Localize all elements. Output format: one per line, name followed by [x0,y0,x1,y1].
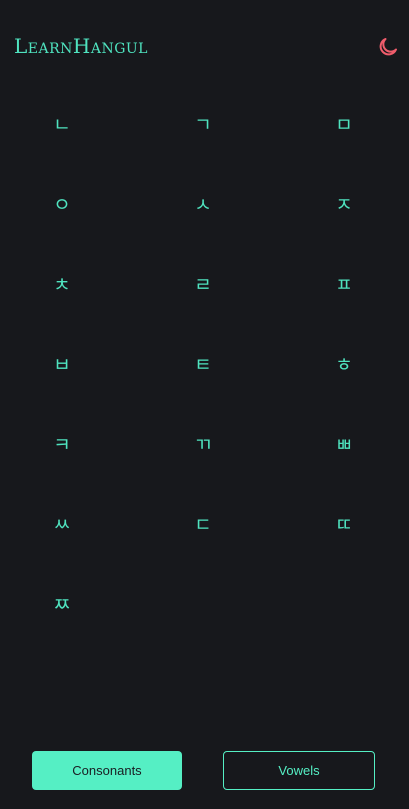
consonant-glyph: ㅂ [53,353,71,376]
consonant-glyph: ㅊ [53,273,71,296]
consonant-card[interactable]: ㅍ [304,260,384,310]
consonant-glyph: ㅁ [335,113,353,136]
consonant-glyph: ㅈ [335,193,353,216]
footer-nav: Consonants Vowels [0,735,409,809]
consonant-card[interactable]: ㅅ [163,180,243,230]
consonant-glyph: ㅇ [53,193,71,216]
consonant-card[interactable]: ㅃ [304,420,384,470]
consonant-card[interactable]: ㅁ [304,100,384,150]
consonant-card[interactable]: ㅂ [22,340,102,390]
theme-toggle-button[interactable] [372,31,404,63]
consonants-tab-button[interactable]: Consonants [32,751,182,790]
consonant-card[interactable]: ㄹ [163,260,243,310]
consonant-glyph: ㅆ [53,513,71,536]
consonant-glyph: ㄸ [335,513,353,536]
consonant-glyph: ㄲ [194,433,212,456]
consonant-card[interactable]: ㄴ [22,100,102,150]
consonant-card[interactable]: ㅆ [22,500,102,550]
consonant-glyph: ㅋ [53,433,71,456]
consonant-glyph: ㅃ [335,433,353,456]
moon-icon [379,38,397,56]
consonant-glyph: ㅅ [194,193,212,216]
app-title[interactable]: LearnHangul [14,34,148,58]
consonant-glyph: ㄷ [194,513,212,536]
consonant-card[interactable]: ㅌ [163,340,243,390]
consonant-card[interactable]: ㄸ [304,500,384,550]
consonant-glyph: ㅌ [194,353,212,376]
consonant-glyph: ㄴ [53,113,71,136]
consonant-glyph: ㅎ [335,353,353,376]
consonant-glyph: ㅍ [335,273,353,296]
consonant-card[interactable]: ㄱ [163,100,243,150]
consonant-card[interactable]: ㅈ [304,180,384,230]
consonant-card[interactable]: ㅎ [304,340,384,390]
consonant-card[interactable]: ㅊ [22,260,102,310]
consonant-glyph: ㄹ [194,273,212,296]
consonant-card[interactable]: ㅋ [22,420,102,470]
vowels-tab-button[interactable]: Vowels [223,751,375,790]
consonant-card[interactable]: ㄲ [163,420,243,470]
consonant-glyph: ㄱ [194,113,212,136]
consonant-card[interactable]: ㅉ [22,580,102,630]
consonant-card[interactable]: ㄷ [163,500,243,550]
app-header: LearnHangul [0,0,409,90]
consonant-glyph: ㅉ [53,593,71,616]
consonant-card[interactable]: ㅇ [22,180,102,230]
